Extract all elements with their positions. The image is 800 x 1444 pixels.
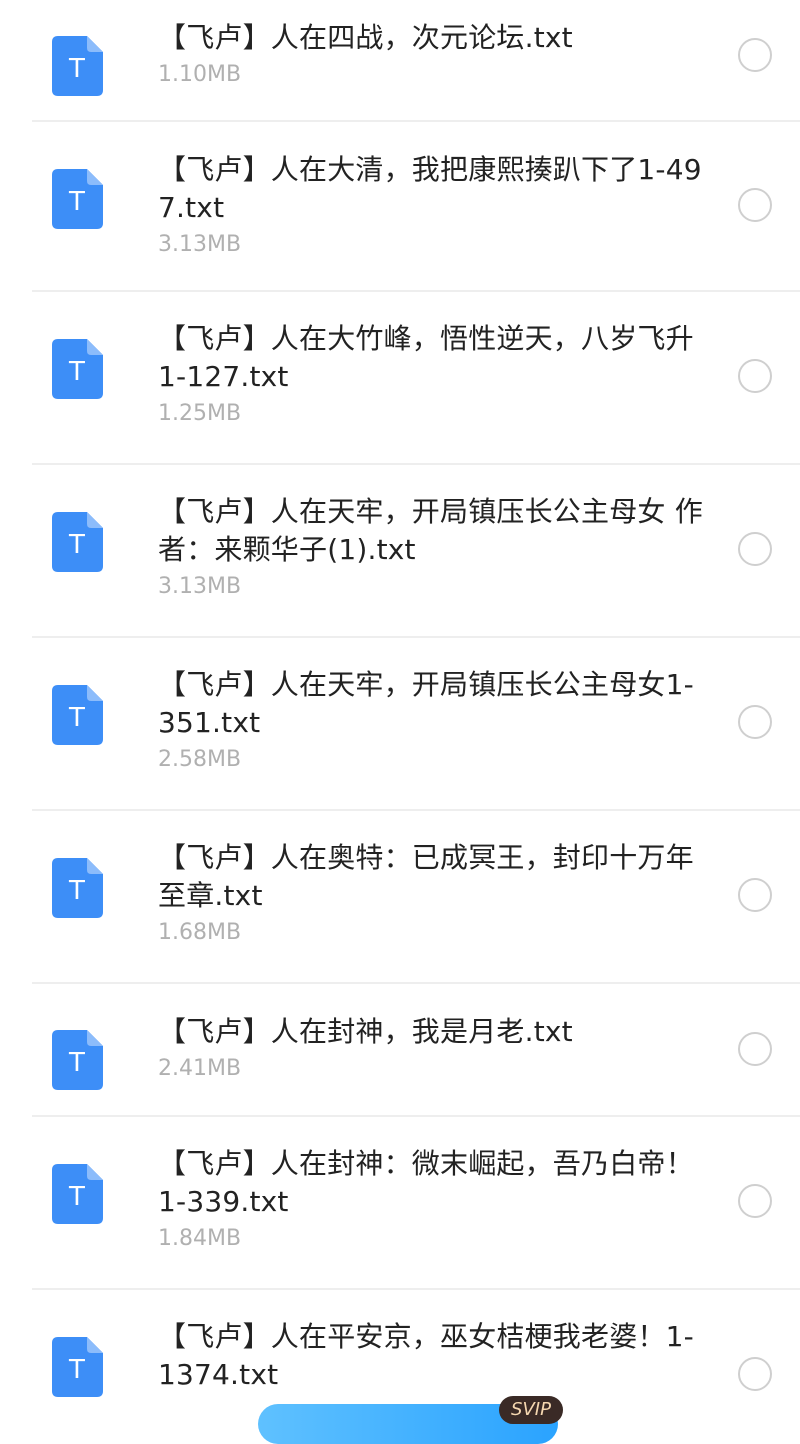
file-size: 2.41MB xyxy=(158,1056,242,1081)
select-radio[interactable] xyxy=(738,532,772,566)
svg-text:T: T xyxy=(68,703,85,733)
file-name: 【飞卢】人在天牢，开局镇压长公主母女 作者：来颗华子(1).txt xyxy=(158,495,703,566)
select-radio[interactable] xyxy=(738,705,772,739)
file-text: 【飞卢】人在大竹峰，悟性逆天，八岁飞升1-127.txt 1.25MB xyxy=(158,320,703,429)
file-row[interactable]: T 【飞卢】人在奥特：已成冥王，封印十万年 至章.txt 1.68MB xyxy=(0,811,800,984)
select-radio[interactable] xyxy=(738,1357,772,1391)
select-radio[interactable] xyxy=(738,38,772,72)
file-text: 【飞卢】人在封神，我是月老.txt 2.41MB xyxy=(158,1013,703,1084)
txt-file-icon: T xyxy=(52,1164,103,1224)
file-text: 【飞卢】人在天牢，开局镇压长公主母女 作者：来颗华子(1).txt 3.13MB xyxy=(158,493,703,602)
file-row[interactable]: T 【飞卢】人在大清，我把康熙揍趴下了1-497.txt 3.13MB xyxy=(0,122,800,292)
select-radio[interactable] xyxy=(738,188,772,222)
file-text: 【飞卢】人在大清，我把康熙揍趴下了1-497.txt 3.13MB xyxy=(158,151,703,260)
file-name: 【飞卢】人在平安京，巫女桔梗我老婆！1-1374.txt xyxy=(158,1320,694,1391)
svg-text:T: T xyxy=(68,187,85,217)
file-name: 【飞卢】人在封神：微末崛起，吾乃白帝！1-339.txt xyxy=(158,1147,694,1218)
txt-file-icon: T xyxy=(52,1030,103,1090)
file-name: 【飞卢】人在四战，次元论坛.txt xyxy=(158,21,573,54)
file-name: 【飞卢】人在天牢，开局镇压长公主母女1-351.txt xyxy=(158,668,694,739)
select-radio[interactable] xyxy=(738,878,772,912)
svip-badge: SVIP xyxy=(499,1396,563,1424)
txt-file-icon: T xyxy=(52,512,103,572)
file-size: 2.58MB xyxy=(158,747,242,772)
select-radio[interactable] xyxy=(738,1032,772,1066)
file-row[interactable]: T 【飞卢】人在四战，次元论坛.txt 1.10MB xyxy=(0,0,800,122)
file-name: 【飞卢】人在大清，我把康熙揍趴下了1-497.txt xyxy=(158,153,702,224)
file-size: 1.84MB xyxy=(158,1226,242,1251)
file-text: 【飞卢】人在天牢，开局镇压长公主母女1-351.txt 2.58MB xyxy=(158,666,703,775)
select-radio[interactable] xyxy=(738,1184,772,1218)
file-size: 3.13MB xyxy=(158,574,242,599)
file-size: 1.25MB xyxy=(158,401,242,426)
file-text: 【飞卢】人在封神：微末崛起，吾乃白帝！1-339.txt 1.84MB xyxy=(158,1145,703,1254)
svg-text:T: T xyxy=(68,1182,85,1212)
file-row[interactable]: T 【飞卢】人在大竹峰，悟性逆天，八岁飞升1-127.txt 1.25MB xyxy=(0,292,800,465)
txt-file-icon: T xyxy=(52,339,103,399)
file-name: 【飞卢】人在封神，我是月老.txt xyxy=(158,1015,573,1048)
txt-file-icon: T xyxy=(52,858,103,918)
file-row[interactable]: T 【飞卢】人在封神：微末崛起，吾乃白帝！1-339.txt 1.84MB xyxy=(0,1117,800,1290)
file-name: 【飞卢】人在大竹峰，悟性逆天，八岁飞升1-127.txt xyxy=(158,322,694,393)
svg-text:T: T xyxy=(68,1048,85,1078)
txt-file-icon: T xyxy=(52,1337,103,1397)
file-row[interactable]: T 【飞卢】人在天牢，开局镇压长公主母女 作者：来颗华子(1).txt 3.13… xyxy=(0,465,800,638)
svg-text:T: T xyxy=(68,357,85,387)
file-text: 【飞卢】人在平安京，巫女桔梗我老婆！1-1374.txt xyxy=(158,1318,703,1397)
svg-text:T: T xyxy=(68,530,85,560)
file-size: 1.10MB xyxy=(158,62,242,87)
svg-text:T: T xyxy=(68,1355,85,1385)
svg-text:T: T xyxy=(68,876,85,906)
file-text: 【飞卢】人在奥特：已成冥王，封印十万年 至章.txt 1.68MB xyxy=(158,839,703,948)
file-text: 【飞卢】人在四战，次元论坛.txt 1.10MB xyxy=(158,19,703,90)
file-size: 3.13MB xyxy=(158,232,242,257)
file-row[interactable]: T 【飞卢】人在天牢，开局镇压长公主母女1-351.txt 2.58MB xyxy=(0,638,800,811)
txt-file-icon: T xyxy=(52,36,103,96)
svg-text:T: T xyxy=(68,54,85,84)
file-name: 【飞卢】人在奥特：已成冥王，封印十万年 至章.txt xyxy=(158,841,694,912)
txt-file-icon: T xyxy=(52,169,103,229)
file-size: 1.68MB xyxy=(158,920,242,945)
file-row[interactable]: T 【飞卢】人在封神，我是月老.txt 2.41MB xyxy=(0,984,800,1117)
select-radio[interactable] xyxy=(738,359,772,393)
txt-file-icon: T xyxy=(52,685,103,745)
